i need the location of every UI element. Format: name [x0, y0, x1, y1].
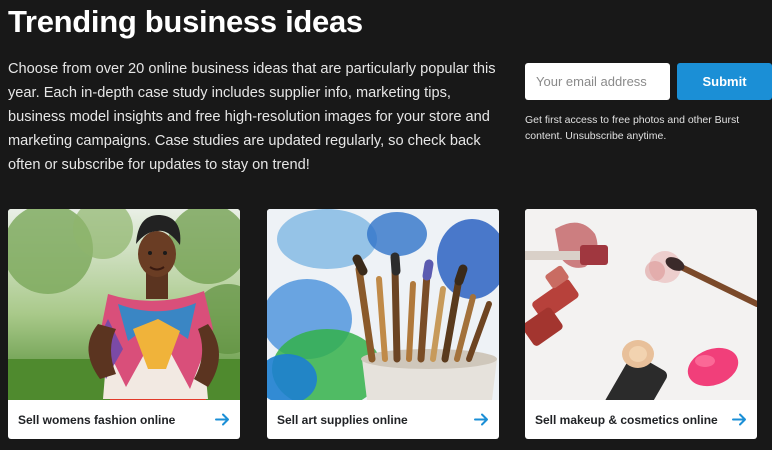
- arrow-right-icon[interactable]: [474, 413, 489, 426]
- card-footer: Sell art supplies online: [267, 400, 499, 439]
- card-art-supplies[interactable]: Sell art supplies online: [267, 209, 499, 439]
- intro-paragraph: Choose from over 20 online business idea…: [8, 61, 496, 173]
- woman-in-scarf-photo: [8, 209, 240, 400]
- makeup-cosmetics-photo: [525, 209, 757, 400]
- arrow-right-icon[interactable]: [732, 413, 747, 426]
- page-title: Trending business ideas: [8, 4, 363, 39]
- submit-button[interactable]: Submit: [677, 63, 772, 100]
- card-womens-fashion[interactable]: Sell womens fashion online: [8, 209, 240, 439]
- email-field[interactable]: [525, 63, 670, 100]
- card-label: Sell womens fashion online: [18, 412, 176, 427]
- card-makeup-cosmetics[interactable]: Sell makeup & cosmetics online: [525, 209, 757, 439]
- signup-fine-print: Get first access to free photos and othe…: [525, 114, 740, 142]
- card-label: Sell makeup & cosmetics online: [535, 412, 718, 427]
- card-label: Sell art supplies online: [277, 412, 408, 427]
- card-footer: Sell womens fashion online: [8, 400, 240, 439]
- arrow-right-icon[interactable]: [215, 413, 230, 426]
- paint-brushes-photo: [267, 209, 499, 400]
- card-footer: Sell makeup & cosmetics online: [525, 400, 757, 439]
